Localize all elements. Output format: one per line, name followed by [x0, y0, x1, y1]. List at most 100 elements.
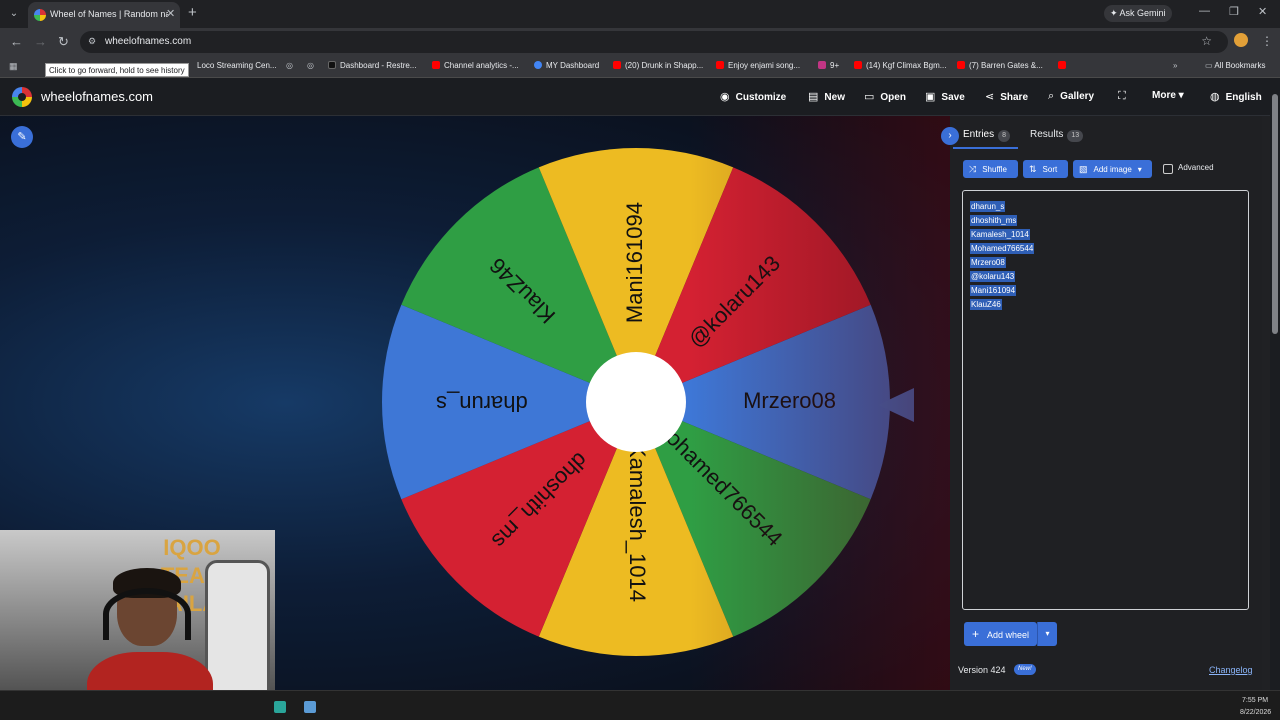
- gemini-icon: ✦: [1110, 8, 1120, 18]
- app-header: wheelofnames.com ◉ Customize ▤ New ▭ Open ▣…: [0, 78, 1280, 116]
- add-wheel-dropdown-icon[interactable]: ▾: [1037, 622, 1057, 646]
- bookmark-star-icon[interactable]: ☆: [1201, 34, 1212, 48]
- plus-icon: +: [972, 627, 980, 641]
- site-info-icon[interactable]: ⚙: [88, 36, 96, 47]
- active-tab-indicator: [953, 147, 1018, 149]
- taskbar-app-icon[interactable]: [274, 701, 286, 713]
- bookmark-item[interactable]: [1058, 61, 1070, 70]
- entry-line: Mrzero08: [970, 257, 1006, 268]
- tab-search-icon[interactable]: ⌄: [6, 6, 22, 22]
- globe-icon[interactable]: ◎: [307, 61, 314, 70]
- wheel-center-button[interactable]: [586, 352, 686, 452]
- browser-toolbar: ← → ↻ ⚙ wheelofnames.com ☆: [0, 28, 1280, 56]
- forward-icon[interactable]: →: [34, 34, 47, 49]
- add-image-button[interactable]: ▧ Add image ▾: [1073, 160, 1152, 178]
- customize-button[interactable]: ◉ Customize: [720, 90, 786, 103]
- results-count-badge: 13: [1067, 130, 1084, 142]
- tab-entries[interactable]: Entries 8: [963, 129, 1011, 142]
- minimize-icon[interactable]: —: [1199, 5, 1210, 17]
- address-bar[interactable]: ⚙ wheelofnames.com ☆: [80, 31, 1228, 53]
- entries-textarea[interactable]: dharun_s dhoshith_ms Kamalesh_1014 Moham…: [962, 190, 1249, 610]
- add-wheel-button[interactable]: + Add wheel: [964, 622, 1038, 646]
- sort-icon: ⇅: [1029, 164, 1037, 174]
- bookmark-item[interactable]: (7) Barren Gates &...: [957, 61, 1043, 70]
- entries-count-badge: 8: [998, 130, 1011, 142]
- save-button[interactable]: ▣ Save: [925, 90, 965, 103]
- all-bookmarks[interactable]: ▭ All Bookmarks: [1205, 61, 1265, 70]
- dropdown-icon: ▾: [1175, 90, 1184, 101]
- fullscreen-icon[interactable]: ⛶: [1118, 90, 1132, 103]
- wheel-segment-label: Mrzero08: [743, 388, 836, 413]
- tab-strip: ⌄ Wheel of Names | Random nam ✕ + ✦ Ask …: [0, 0, 1280, 28]
- headset-icon: [103, 588, 191, 640]
- more-bookmarks-icon[interactable]: »: [1173, 61, 1177, 70]
- google-icon: [534, 61, 542, 69]
- bookmark-item[interactable]: 9+: [818, 61, 839, 70]
- shuffle-button[interactable]: ⤨ Shuffle: [963, 160, 1018, 178]
- new-badge: New!: [1014, 664, 1036, 675]
- collapse-panel-icon[interactable]: ›: [941, 127, 959, 145]
- wheel-logo-icon[interactable]: [12, 87, 32, 107]
- share-button[interactable]: ⋖ Share: [985, 90, 1028, 103]
- wheel-segment-label: dharun_s: [436, 391, 528, 416]
- bookmark-item[interactable]: Channel analytics -...: [432, 61, 519, 70]
- dropdown-icon: ▾: [1137, 165, 1142, 174]
- youtube-icon: [432, 61, 440, 69]
- advanced-checkbox[interactable]: [1163, 164, 1173, 174]
- restream-icon: [328, 61, 336, 69]
- sort-button[interactable]: ⇅ Sort: [1023, 160, 1068, 178]
- page-scrollbar[interactable]: [1270, 84, 1280, 690]
- clock-time: 7:55 PM: [1242, 697, 1269, 704]
- browser-menu-icon[interactable]: ⋮: [1261, 34, 1273, 48]
- entry-line: Kamalesh_1014: [970, 229, 1030, 240]
- bookmark-item[interactable]: Enjoy enjami song...: [716, 61, 800, 70]
- entry-line: KlauZ46: [970, 299, 1002, 310]
- wheel[interactable]: Mrzero08Mohamed766544Kamalesh_1014dhoshi…: [380, 146, 892, 658]
- restore-icon[interactable]: ❐: [1229, 5, 1239, 18]
- brand-name[interactable]: wheelofnames.com: [41, 89, 153, 104]
- ask-gemini-button[interactable]: ✦ Ask Gemini: [1104, 5, 1172, 22]
- url-text: wheelofnames.com: [105, 36, 192, 47]
- shuffle-icon: ⤨: [969, 164, 977, 174]
- entry-line: dhoshith_ms: [970, 215, 1018, 226]
- back-icon[interactable]: ←: [10, 34, 23, 49]
- bookmark-item[interactable]: (20) Drunk in Shapp...: [613, 61, 703, 70]
- language-button[interactable]: ◍ English: [1210, 90, 1262, 103]
- more-button[interactable]: More ▾: [1152, 90, 1184, 101]
- tab-title: Wheel of Names | Random nam: [50, 9, 168, 19]
- new-tab-icon[interactable]: +: [188, 4, 197, 21]
- gallery-button[interactable]: ⌕ Gallery: [1048, 90, 1094, 103]
- tab-favicon-icon: [34, 9, 46, 21]
- new-file-icon: ▤: [808, 91, 819, 103]
- bookmark-item[interactable]: Dashboard - Restre...: [328, 61, 416, 70]
- wheel-pointer-icon: [878, 388, 914, 422]
- taskbar: 7:55 PM 8/22/2026: [0, 690, 1280, 720]
- bookmark-item[interactable]: (14) Kgf Climax Bgm...: [854, 61, 946, 70]
- youtube-icon: [957, 61, 965, 69]
- edit-pencil-icon[interactable]: ✎: [11, 126, 33, 148]
- changelog-link[interactable]: Changelog: [1209, 665, 1253, 675]
- version-text: Version 424: [958, 665, 1006, 675]
- entry-line: Mohamed766544: [970, 243, 1035, 254]
- apps-icon[interactable]: ▦: [9, 61, 18, 72]
- open-button[interactable]: ▭ Open: [864, 90, 906, 103]
- tab-results[interactable]: Results 13: [1030, 129, 1084, 142]
- image-icon: ▧: [1079, 164, 1088, 174]
- entry-line: Mani161094: [970, 285, 1017, 296]
- entry-line: @kolaru143: [970, 271, 1016, 282]
- youtube-icon: [716, 61, 724, 69]
- browser-tab[interactable]: Wheel of Names | Random nam ✕: [28, 2, 180, 28]
- profile-avatar[interactable]: [1234, 33, 1248, 47]
- bookmark-item[interactable]: MY Dashboard: [534, 61, 599, 70]
- reload-icon[interactable]: ↻: [58, 34, 69, 50]
- bookmark-item[interactable]: Loco Streaming Cen...: [197, 61, 277, 70]
- globe-icon[interactable]: ◎: [286, 61, 293, 70]
- share-icon: ⋖: [985, 91, 995, 103]
- ask-gemini-label: Ask Gemini: [1119, 8, 1166, 18]
- taskbar-app-icon[interactable]: [304, 701, 316, 713]
- entries-panel: Entries 8 Results 13 ⤨ Shuffle ⇅ Sort ▧ Add i…: [950, 116, 1262, 690]
- new-button[interactable]: ▤ New: [808, 90, 845, 103]
- window-close-icon[interactable]: ✕: [1258, 5, 1267, 18]
- wheel-segment-label: Mani161094: [622, 202, 647, 323]
- tab-close-icon[interactable]: ✕: [166, 7, 175, 20]
